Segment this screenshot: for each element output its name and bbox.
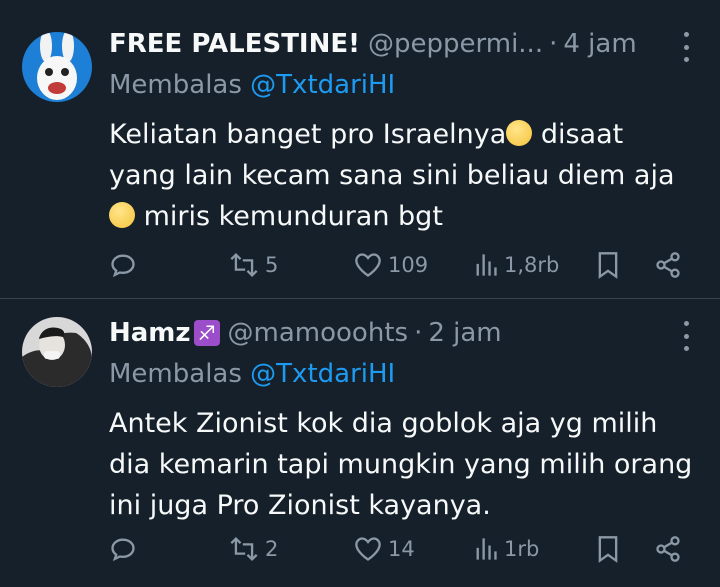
like-button[interactable]: 109 [354,252,428,278]
heart-icon [355,537,381,561]
share-button[interactable] [654,535,682,563]
repost-icon [230,536,258,562]
repost-count: 5 [265,253,279,277]
view-count: 1,8rb [504,253,560,277]
text-line: yang lain kecam sana sini beliau diem aj… [109,160,675,191]
tweet[interactable]: Hamz ♐ @mamooohts · 2 jam Membalas @Txtd… [0,299,720,587]
rabbid-avatar-icon [22,32,92,102]
text-line: dia kemarin tapi mungkin yang milih oran… [109,449,693,480]
view-count: 1rb [504,537,540,561]
display-name[interactable]: FREE PALESTINE! [109,29,360,59]
reply-prefix: Membalas [109,70,242,100]
repost-button[interactable]: 5 [229,252,278,278]
views-icon [476,538,497,560]
emoji-icon [506,120,533,146]
emoji-icon [109,202,135,228]
action-bar: 5 109 1,8rb [109,247,690,283]
tweet[interactable]: FREE PALESTINE! @peppermi... · 4 jam Mem… [0,0,720,299]
reply-context: Membalas @TxtdariHI [109,66,702,104]
reply-mention[interactable]: @TxtdariHI [250,359,395,389]
text-line: Antek Zionist kok dia goblok aja yg mili… [109,408,658,439]
reply-icon [111,538,135,562]
user-avatar[interactable] [22,32,92,102]
like-count: 14 [388,537,415,561]
heart-icon [355,253,381,277]
repost-icon [230,252,258,278]
reply-button[interactable] [109,251,137,279]
text-line: Keliatan banget pro Israelnya [109,119,507,150]
more-options-icon[interactable] [674,321,698,351]
bookmark-icon [598,536,618,563]
reply-context: Membalas @TxtdariHI [109,355,702,393]
like-count: 109 [388,253,429,277]
reply-button[interactable] [109,535,137,563]
reply-icon [111,254,135,278]
bookmark-button[interactable] [596,251,620,279]
share-button[interactable] [654,251,682,279]
views-icon [476,254,497,276]
share-icon [656,252,680,278]
photo-avatar-icon [22,317,92,387]
tweet-text: Keliatan banget pro Israelnya disaat yan… [109,114,702,237]
repost-button[interactable]: 2 [229,536,278,562]
separator-dot: · [414,318,423,348]
text-line: disaat [532,119,624,150]
action-bar: 2 14 1rb [109,531,690,567]
user-handle[interactable]: @peppermi... [368,29,543,59]
display-name[interactable]: Hamz [109,318,191,348]
user-handle[interactable]: @mamooohts [228,318,409,348]
sagittarius-emoji: ♐ [193,320,220,346]
reply-prefix: Membalas [109,359,242,389]
timestamp[interactable]: 4 jam [563,29,636,59]
tweet-text: Antek Zionist kok dia goblok aja yg mili… [109,403,702,526]
bookmark-icon [598,252,618,279]
timestamp[interactable]: 2 jam [428,318,501,348]
user-avatar[interactable] [22,317,92,387]
bookmark-button[interactable] [596,535,620,563]
text-line: ini juga Pro Zionist kayanya. [109,490,491,521]
separator-dot: · [549,29,558,59]
reply-mention[interactable]: @TxtdariHI [250,70,395,100]
like-button[interactable]: 14 [354,536,415,562]
share-icon [656,536,680,562]
text-line: miris kemunduran bgt [135,201,443,232]
repost-count: 2 [265,537,279,561]
views-button[interactable]: 1rb [474,536,539,562]
more-options-icon[interactable] [674,32,698,62]
views-button[interactable]: 1,8rb [474,252,559,278]
